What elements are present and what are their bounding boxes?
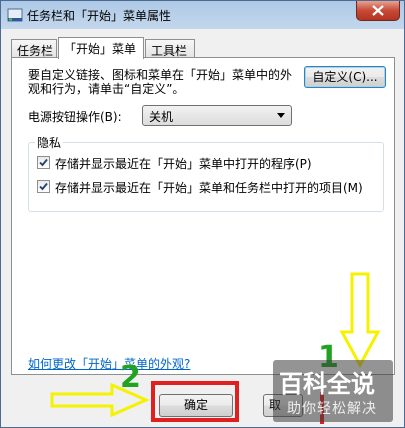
recent-items-label: 存储并显示最近在「开始」菜单和任务栏中打开的项目(M): [55, 181, 363, 195]
checkbox-checked-icon: [37, 156, 50, 169]
arrow-down-icon: [340, 272, 380, 368]
customize-description: 要自定义链接、图标和菜单在「开始」菜单中的外观和行为，请单击“自定义”。: [28, 68, 293, 96]
checkbox-checked-icon: [37, 180, 50, 193]
change-appearance-link[interactable]: 如何更改「开始」菜单的外观?: [28, 355, 190, 372]
dropdown-arrow-icon: [277, 113, 285, 118]
watermark-subtitle: 助你轻松解决: [287, 401, 377, 417]
title-bar[interactable]: 任务栏和「开始」菜单属性: [1, 1, 404, 29]
ok-highlight-box: [151, 381, 239, 422]
tab-toolbars[interactable]: 工具栏: [145, 39, 195, 58]
close-icon: [372, 5, 384, 16]
privacy-group: 隐私 存储并显示最近在「开始」菜单中打开的程序(P) 存储并显示最近在「开始」菜…: [28, 134, 384, 212]
customize-button[interactable]: 自定义(C)...: [304, 66, 386, 88]
tab-start-menu[interactable]: 「开始」菜单: [58, 37, 144, 59]
power-button-select[interactable]: 关机: [142, 105, 292, 126]
window-title: 任务栏和「开始」菜单属性: [27, 9, 172, 23]
start-menu-panel: 要自定义链接、图标和菜单在「开始」菜单中的外观和行为，请单击“自定义”。 自定义…: [11, 57, 395, 375]
watermark-title: 百科全说: [279, 370, 375, 398]
power-button-value: 关机: [149, 110, 174, 124]
power-button-label: 电源按钮操作(B):: [28, 110, 122, 124]
tab-taskbar[interactable]: 任务栏: [11, 39, 57, 58]
step-2-number: 2: [120, 360, 141, 395]
taskbar-settings-icon: [7, 8, 23, 22]
recent-programs-checkbox[interactable]: 存储并显示最近在「开始」菜单中打开的程序(P): [37, 155, 377, 171]
privacy-group-label: 隐私: [35, 134, 64, 151]
recent-items-checkbox[interactable]: 存储并显示最近在「开始」菜单和任务栏中打开的项目(M): [37, 179, 377, 195]
watermark: 百科全说 助你轻松解决: [273, 360, 393, 422]
recent-programs-label: 存储并显示最近在「开始」菜单中打开的程序(P): [55, 157, 312, 171]
close-button[interactable]: [356, 1, 400, 21]
